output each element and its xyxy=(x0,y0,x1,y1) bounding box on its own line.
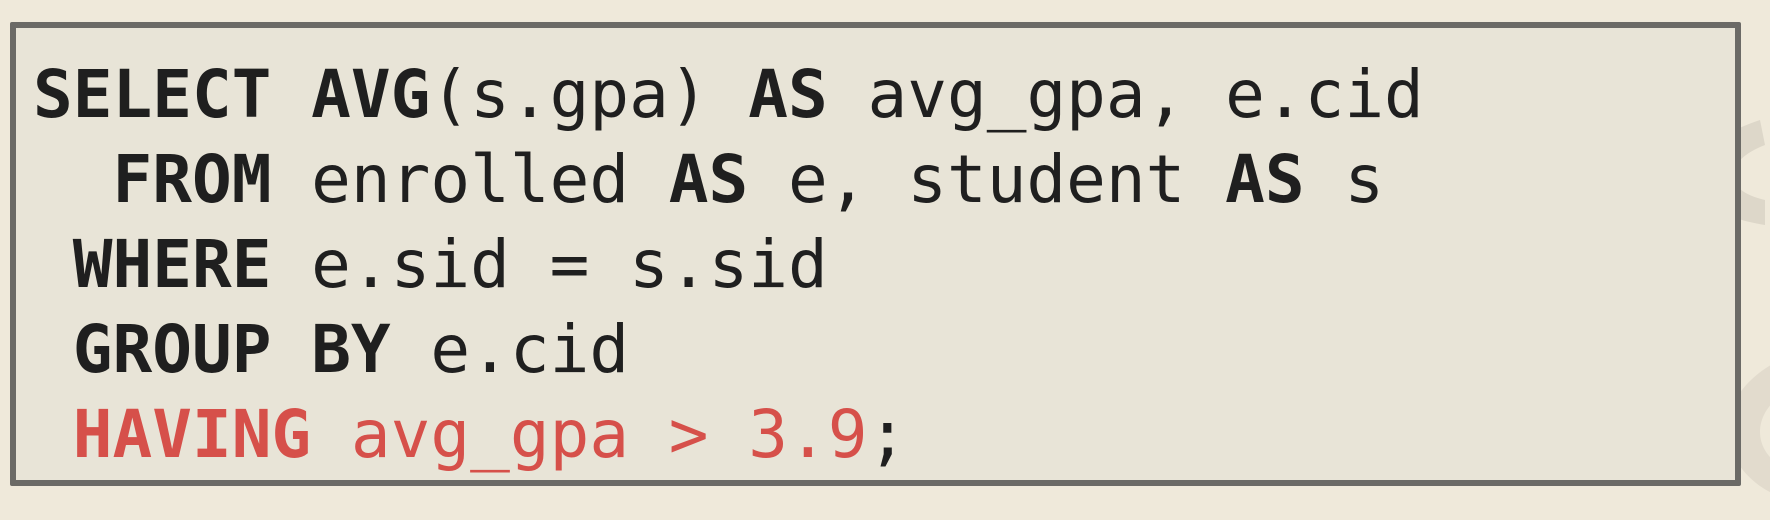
keyword-group: GROUP xyxy=(72,311,272,388)
keyword-avg: AVG xyxy=(311,56,431,133)
keyword-select: SELECT xyxy=(33,56,272,133)
keyword-having: HAVING xyxy=(72,396,312,473)
alias-s: s xyxy=(1304,141,1385,218)
code-line-select: SELECT AVG(s.gpa) AS avg_gpa, e.cid xyxy=(33,52,1424,137)
keyword-as: AS xyxy=(1225,141,1305,218)
statement-terminator: ; xyxy=(867,396,908,473)
where-condition: e.sid = s.sid xyxy=(271,226,828,303)
keyword-as: AS xyxy=(748,56,828,133)
keyword-where: WHERE xyxy=(72,226,272,303)
having-condition: avg_gpa > 3.9 xyxy=(311,396,868,473)
sql-query: SELECT AVG(s.gpa) AS avg_gpa, e.cid FROM… xyxy=(33,52,1424,477)
code-line-where: WHERE e.sid = s.sid xyxy=(33,222,1424,307)
keyword-by: BY xyxy=(311,311,391,388)
select-columns: avg_gpa, e.cid xyxy=(827,56,1424,133)
keyword-as: AS xyxy=(668,141,749,218)
keyword-from: FROM xyxy=(112,141,272,218)
code-line-having: HAVING avg_gpa > 3.9; xyxy=(33,392,1424,477)
avg-arguments: (s.gpa) xyxy=(430,56,749,133)
group-column: e.cid xyxy=(390,311,630,388)
sql-code-box: SELECT AVG(s.gpa) AS avg_gpa, e.cid FROM… xyxy=(10,22,1741,486)
code-line-group-by: GROUP BY e.cid xyxy=(33,307,1424,392)
code-line-from: FROM enrolled AS e, student AS s xyxy=(33,137,1424,222)
table-enrolled: enrolled xyxy=(271,141,669,218)
table-student: e, student xyxy=(748,141,1226,218)
